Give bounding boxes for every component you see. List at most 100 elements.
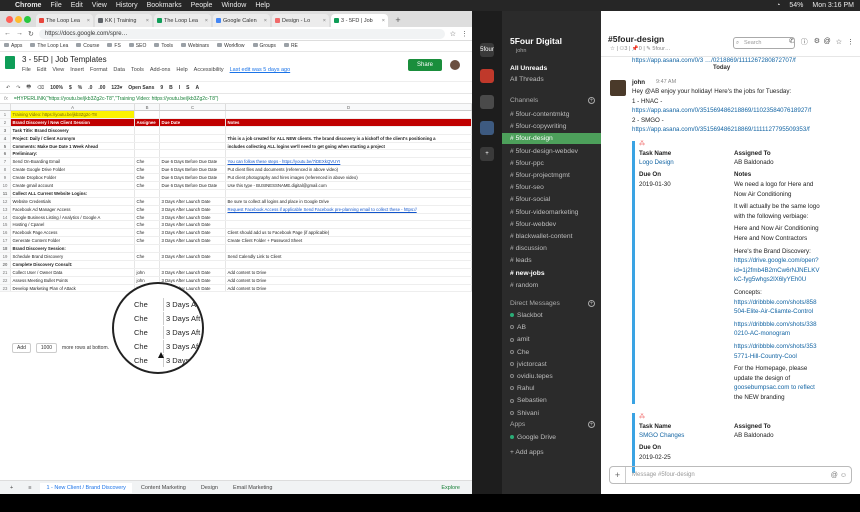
cell-c[interactable] xyxy=(160,189,226,197)
cell-d[interactable]: Put client files and documents (referenc… xyxy=(226,166,472,174)
browser-tab[interactable]: Design - Lo × xyxy=(272,14,329,27)
current-user[interactable]: john xyxy=(516,48,526,54)
app-name[interactable]: Chrome xyxy=(15,2,41,9)
note-line[interactable]: kC-fyg5whgs2lX6lyYEh0U xyxy=(734,276,806,283)
workspace-icon[interactable] xyxy=(480,95,494,109)
cell-b[interactable] xyxy=(135,260,160,268)
cell-a[interactable]: Project: Daily / Client Acronym xyxy=(11,134,135,142)
paint-format-icon[interactable]: ⌫ xyxy=(37,85,44,91)
row-number[interactable]: 13 xyxy=(0,205,11,213)
cell-c[interactable]: 3 Days After Launch Date xyxy=(160,221,226,229)
clock[interactable]: Mon 3:16 PM xyxy=(812,2,854,9)
all-sheets-icon[interactable]: ≡ xyxy=(22,483,37,493)
sidebar-item-dm[interactable]: Rahul xyxy=(510,383,601,394)
cell-c[interactable]: 3 Days After Launch Date xyxy=(160,205,226,213)
row-number[interactable]: 8 xyxy=(0,166,11,174)
row-number[interactable]: 9 xyxy=(0,174,11,182)
cell-a[interactable]: Assess Meeting Bullet Points xyxy=(11,276,135,284)
note-line[interactable]: goosebumpsac.com to reflect xyxy=(734,384,815,391)
previous-message-link[interactable]: https://app.asana.com/0/3 …/0218869/1111… xyxy=(632,57,796,64)
bookmark-item[interactable]: Workflow xyxy=(217,43,244,49)
sidebar-item-channel[interactable]: # 5four-seo xyxy=(510,182,601,193)
row-number[interactable]: 4 xyxy=(0,134,11,142)
toolbar-item[interactable]: 100% xyxy=(50,85,63,91)
last-edit-link[interactable]: Last edit was 5 days ago xyxy=(230,67,291,73)
cell-a[interactable]: Create Google Drive Folder xyxy=(11,166,135,174)
workspace-icon[interactable] xyxy=(480,121,494,135)
sidebar-item-channel[interactable]: # 5four-ppc xyxy=(510,158,601,169)
add-rows-count-input[interactable]: 1000 xyxy=(35,343,58,353)
column-header[interactable]: B xyxy=(135,104,160,110)
cell-a[interactable]: Send On-Boarding Email xyxy=(11,158,135,166)
cell-b[interactable] xyxy=(135,126,160,134)
sidebar-item-channel[interactable]: # 5four-design-webdev xyxy=(510,146,601,157)
sidebar-item-channel[interactable]: # leads xyxy=(510,255,601,266)
sidebar-item-channel[interactable]: # 5four-webdev xyxy=(510,219,601,230)
cell-b[interactable]: Che xyxy=(135,213,160,221)
task-name-link[interactable]: Logo Design xyxy=(639,159,674,166)
close-tab-icon[interactable]: × xyxy=(323,18,326,24)
bookmark-item[interactable]: Webinars xyxy=(181,43,209,49)
toolbar-item[interactable]: I xyxy=(179,85,180,91)
note-line[interactable]: 0210-AC-monogram xyxy=(734,330,790,337)
reload-icon[interactable]: ↻ xyxy=(28,30,34,38)
sheets-menu-item[interactable]: File xyxy=(22,67,31,73)
star-icon[interactable]: ☆ xyxy=(836,38,842,46)
row-number[interactable]: 16 xyxy=(0,229,11,237)
share-button[interactable]: Share xyxy=(408,59,442,71)
cell-c[interactable]: Due 6 Days Before Due Date xyxy=(160,182,226,189)
row-number[interactable]: 5 xyxy=(0,142,11,150)
mac-menu-item[interactable]: File xyxy=(50,2,61,9)
cell-c[interactable]: 3 Days After Launch Date xyxy=(160,268,226,276)
row-number[interactable]: 17 xyxy=(0,237,11,245)
add-app-icon[interactable]: + xyxy=(588,421,595,428)
sidebar-item-dm[interactable]: Slackbot xyxy=(510,310,601,321)
cell-c[interactable]: Due 6 Days Before Due Date xyxy=(160,166,226,174)
formula-input[interactable]: =HYPERLINK("https://youtu.be/jkb3Zg2c-T8… xyxy=(14,96,219,102)
note-line[interactable]: https://dribbble.com/shots/858 xyxy=(734,299,817,306)
cell-a[interactable]: Comments: Make Due Date 1 Week Ahead xyxy=(11,142,135,150)
cell-b[interactable]: Che xyxy=(135,197,160,205)
sidebar-item-channel[interactable]: # new-jobs xyxy=(510,268,601,279)
note-line[interactable]: https://dribbble.com/shots/353 xyxy=(734,343,817,350)
add-sheet-icon[interactable]: + xyxy=(4,483,19,493)
cell-b[interactable] xyxy=(135,134,160,142)
cell-a[interactable]: Schedule Brand Discovery xyxy=(11,253,135,260)
cell-a[interactable]: Website Credentials xyxy=(11,197,135,205)
cell-a[interactable]: Create gmail account xyxy=(11,182,135,189)
cell-a[interactable]: Facebook Page Access xyxy=(11,229,135,237)
bookmark-item[interactable]: Tools xyxy=(154,43,173,49)
note-line[interactable]: https://drive.google.com/open? xyxy=(734,257,819,264)
avatar[interactable] xyxy=(610,80,626,96)
sheets-menu-item[interactable]: Data xyxy=(113,67,125,73)
cell-b[interactable]: Che xyxy=(135,174,160,182)
cell-b[interactable] xyxy=(135,245,160,253)
row-number[interactable]: 1 xyxy=(0,111,11,118)
cell-d[interactable] xyxy=(226,260,472,268)
cell-c[interactable]: Due 6 Days Before Due Date xyxy=(160,158,226,166)
sheets-logo-icon[interactable] xyxy=(5,56,15,69)
emoji-icon[interactable]: @ ☺ xyxy=(831,467,847,484)
close-tab-icon[interactable]: × xyxy=(382,18,385,24)
row-number[interactable]: 20 xyxy=(0,260,11,268)
cell-d[interactable] xyxy=(226,221,472,229)
sheet-tab-email-marketing[interactable]: Email Marketing xyxy=(227,483,278,493)
cell-c[interactable] xyxy=(160,150,226,158)
sheets-menu-item[interactable]: Accessibility xyxy=(194,67,224,73)
cell-b[interactable] xyxy=(135,189,160,197)
chrome-menu-icon[interactable]: ⋮ xyxy=(461,30,468,38)
row-number[interactable]: 10 xyxy=(0,182,11,189)
cell-b[interactable]: Che xyxy=(135,158,160,166)
sidebar-item-channel[interactable]: # random xyxy=(510,280,601,291)
back-icon[interactable]: ← xyxy=(4,30,11,37)
cell-b[interactable]: Che xyxy=(135,221,160,229)
cell-b[interactable] xyxy=(135,142,160,150)
all-threads[interactable]: All Threads xyxy=(510,74,601,85)
gear-icon[interactable]: ⚙ xyxy=(814,37,820,47)
undo-icon[interactable]: ↶ xyxy=(6,85,10,91)
cell-d[interactable] xyxy=(226,213,472,221)
column-header[interactable]: C xyxy=(160,104,226,110)
avatar[interactable] xyxy=(450,60,460,70)
cell-d[interactable]: Send Calendly Link to Client xyxy=(226,253,472,260)
cell-d[interactable]: Create Client Folder + Password Sheet xyxy=(226,237,472,245)
